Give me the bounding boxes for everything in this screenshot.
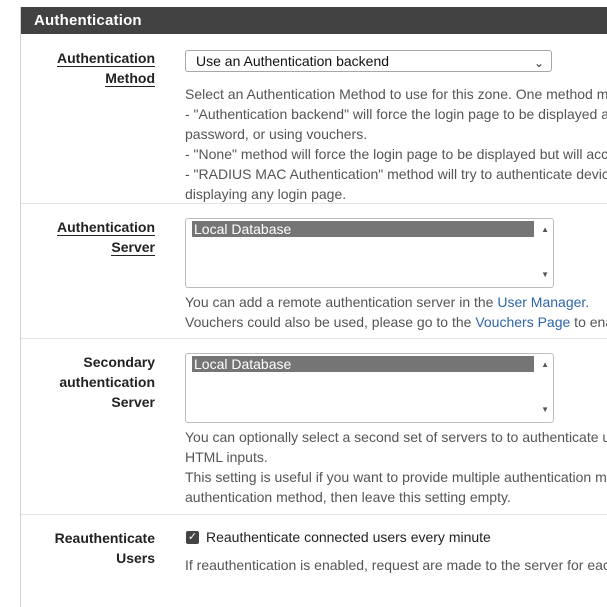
secondary-server-help: You can optionally select a second set o…: [185, 427, 607, 507]
authentication-server-help: You can add a remote authentication serv…: [185, 292, 607, 332]
secondary-server-label: Secondary authentication Server: [59, 352, 155, 412]
help-text: You can add a remote authentication serv…: [185, 294, 498, 310]
panel-title: Authentication: [21, 7, 607, 34]
scroll-down-icon[interactable]: ▼: [541, 270, 549, 279]
help-line: - "None" method will force the login pag…: [185, 146, 607, 162]
help-line: If reauthentication is enabled, request …: [185, 557, 607, 573]
help-line: password, or using vouchers.: [185, 126, 368, 142]
help-line: HTML inputs.: [185, 449, 268, 465]
authentication-server-label-line1: Authentication: [57, 219, 155, 236]
secondary-server-option[interactable]: Local Database: [192, 356, 534, 372]
authentication-method-selected: Use an Authentication backend: [196, 53, 390, 69]
row-authentication-method: Authentication Method Use an Authenticat…: [21, 34, 607, 204]
authentication-method-label-line1: Authentication: [57, 50, 155, 67]
authentication-method-help: Select an Authentication Method to use f…: [185, 84, 607, 204]
help-line: - "RADIUS MAC Authentication" method wil…: [185, 166, 607, 182]
help-line: - "Authentication backend" will force th…: [185, 106, 607, 122]
help-text: .: [585, 294, 590, 310]
help-text: to ena: [574, 314, 607, 330]
reauthenticate-label-line2: Users: [116, 550, 155, 566]
user-manager-link[interactable]: User Manager: [497, 294, 585, 310]
help-line: This setting is useful if you want to pr…: [185, 469, 607, 485]
secondary-server-listbox[interactable]: Local Database ▲ ▼: [185, 353, 554, 423]
help-line: displaying any login page.: [185, 186, 347, 202]
help-line: authentication method, then leave this s…: [185, 489, 511, 505]
help-line: Select an Authentication Method to use f…: [185, 86, 607, 102]
scroll-up-icon[interactable]: ▲: [541, 225, 549, 234]
scroll-down-icon[interactable]: ▼: [541, 405, 549, 414]
secondary-server-label-line3: Server: [111, 394, 155, 410]
secondary-server-label-line1: Secondary: [83, 354, 155, 370]
authentication-panel: Authentication Authentication Method Use…: [20, 7, 607, 607]
scroll-up-icon[interactable]: ▲: [541, 360, 549, 369]
help-line: You can optionally select a second set o…: [185, 429, 607, 445]
help-text: Vouchers could also be used, please go t…: [185, 314, 476, 330]
row-secondary-authentication-server: Secondary authentication Server Local Da…: [21, 339, 607, 515]
authentication-server-listbox[interactable]: Local Database ▲ ▼: [185, 218, 554, 288]
reauthenticate-label-line1: Reauthenticate: [54, 530, 155, 546]
left-gutter: [0, 7, 20, 572]
reauthenticate-checkbox[interactable]: ✓: [186, 531, 199, 544]
authentication-server-label: Authentication Server: [57, 217, 155, 257]
authentication-method-label: Authentication Method: [57, 48, 155, 88]
row-authentication-server: Authentication Server Local Database ▲ ▼…: [21, 204, 607, 339]
window-top-strip: [0, 0, 607, 7]
row-reauthenticate-users: Reauthenticate Users ✓ Reauthenticate co…: [21, 515, 607, 595]
reauthenticate-checkbox-label[interactable]: Reauthenticate connected users every min…: [206, 527, 491, 547]
reauthenticate-help: If reauthentication is enabled, request …: [185, 555, 607, 575]
authentication-server-label-line2: Server: [111, 239, 155, 256]
authentication-method-select[interactable]: Use an Authentication backend ⌄: [185, 50, 552, 72]
authentication-server-option[interactable]: Local Database: [192, 221, 534, 237]
secondary-server-label-line2: authentication: [59, 374, 155, 390]
chevron-down-icon: ⌄: [533, 56, 544, 70]
vouchers-page-link[interactable]: Vouchers Page: [475, 314, 570, 330]
help-line: Vouchers could also be used, please go t…: [185, 312, 607, 332]
help-line: You can add a remote authentication serv…: [185, 292, 607, 312]
reauthenticate-users-label: Reauthenticate Users: [55, 528, 155, 568]
authentication-method-label-line2: Method: [105, 70, 155, 87]
